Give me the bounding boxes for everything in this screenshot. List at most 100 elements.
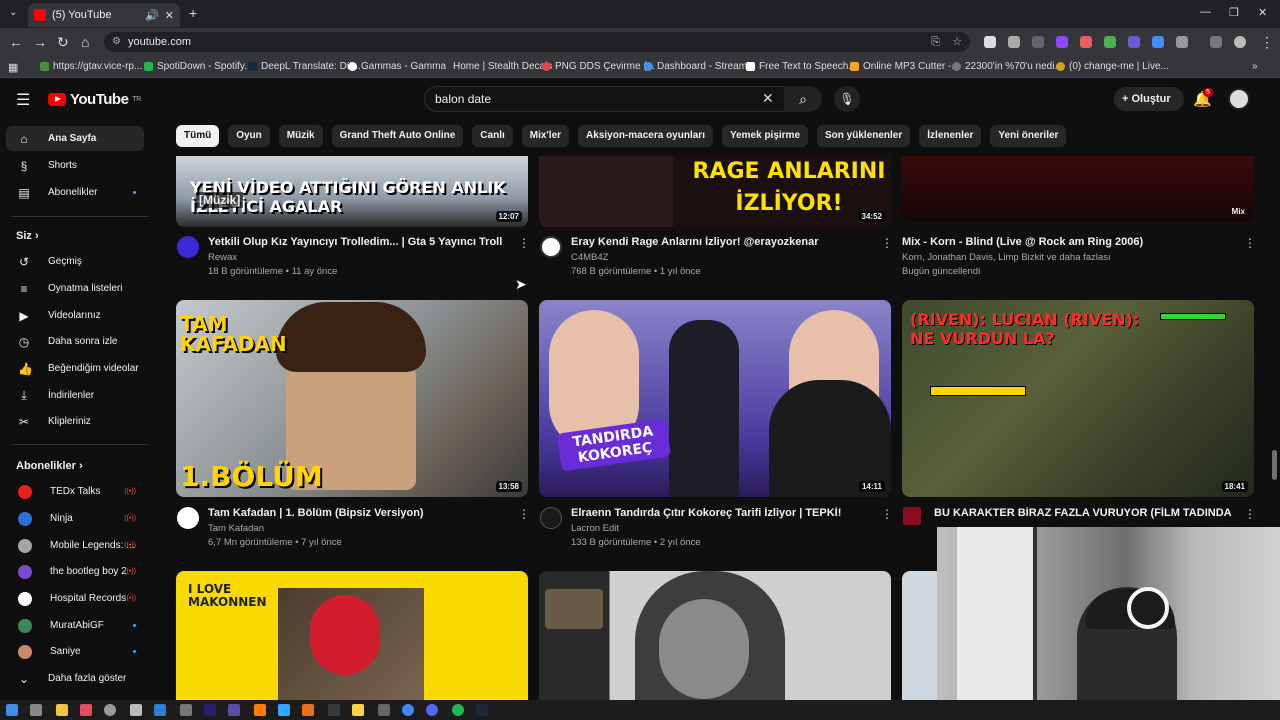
sidebar-item-home[interactable]: ⌂ Ana Sayfa <box>6 126 144 151</box>
sidebar-sub-saniye[interactable]: Saniye <box>6 639 144 664</box>
sidebar-sub-mlbb[interactable]: Mobile Legends: ... ((•)) <box>6 533 144 558</box>
sidebar-you-heading[interactable]: Siz › <box>16 230 39 242</box>
sidebar-item-downloads[interactable]: ⤓ İndirilenler <box>6 383 144 408</box>
chip[interactable]: İzlenenler <box>919 125 982 147</box>
close-tab-icon[interactable]: ✕ <box>165 9 174 22</box>
install-icon[interactable]: ⎘ <box>931 32 940 52</box>
bookmark-item[interactable]: Gammas - Gamma <box>348 61 446 72</box>
youtube-logo[interactable]: YouTube TR <box>48 91 141 108</box>
reload-icon[interactable]: ↻ <box>57 34 69 51</box>
chip[interactable]: Yemek pişirme <box>721 125 809 147</box>
bookmark-item[interactable]: Home | Stealth Decals <box>453 61 552 72</box>
app-icon[interactable] <box>328 704 340 716</box>
show-more-button[interactable]: ⌄ Daha fazla göster <box>6 666 144 691</box>
chip[interactable]: Aksiyon-macera oyunları <box>578 125 713 147</box>
menu-hamburger-icon[interactable]: ☰ <box>16 90 30 110</box>
search-input[interactable]: balon date <box>424 86 788 112</box>
video-title[interactable]: BU KARAKTER BİRAZ FAZLA VURUYOR (FİLM TA… <box>934 507 1234 519</box>
chip[interactable]: Son yüklenenler <box>817 125 911 147</box>
video-thumbnail[interactable]: YENİ VİDEO ATTIĞINI GÖREN ANLIK İZLEYİCİ… <box>176 156 528 227</box>
url-bar[interactable]: ⚙ youtube.com ⎘ ☆ <box>104 32 970 52</box>
app-icon[interactable] <box>302 704 314 716</box>
channel-name[interactable]: Rewax <box>208 252 237 263</box>
sidebar-sub-hospital[interactable]: Hospital Records ((•)) <box>6 586 144 611</box>
windows-start-icon[interactable] <box>6 704 18 716</box>
file-explorer-icon[interactable] <box>56 704 68 716</box>
spotify-icon[interactable] <box>452 704 464 716</box>
video-thumbnail[interactable] <box>539 571 891 700</box>
video-thumbnail[interactable]: RAGE ANLARINI İZLİYOR! 34:52 <box>539 156 891 227</box>
extension-f-icon[interactable] <box>1032 36 1044 48</box>
video-title[interactable]: Elraenn Tandırda Çıtır Kokoreç Tarifi İz… <box>571 507 871 519</box>
extension-globe-icon[interactable] <box>1152 36 1164 48</box>
sidebar-sub-ninja[interactable]: Ninja ((•)) <box>6 506 144 531</box>
more-options-icon[interactable]: ⋮ <box>518 236 530 250</box>
more-options-icon[interactable]: ⋮ <box>881 507 893 521</box>
app-icon[interactable] <box>80 704 92 716</box>
app-icon[interactable] <box>352 704 364 716</box>
channel-avatar[interactable] <box>903 507 921 525</box>
video-thumbnail[interactable] <box>902 571 942 700</box>
extension-shield-icon[interactable] <box>1128 36 1140 48</box>
scrollbar-thumb[interactable] <box>1272 450 1277 480</box>
sidebar-sub-tedx[interactable]: TEDx Talks ((•)) <box>6 479 144 504</box>
bookmark-item[interactable]: Dashboard - Stream... <box>644 61 755 72</box>
sidebar-item-playlists[interactable]: ≡ Oynatma listeleri <box>6 276 144 301</box>
video-title[interactable]: Tam Kafadan | 1. Bölüm (Bipsiz Versiyon) <box>208 507 508 519</box>
sidebar-item-liked[interactable]: 👍 Beğendiğim videolar <box>6 356 144 381</box>
bookmark-item[interactable]: https://gtav.vice-rp... <box>40 61 142 72</box>
discord-icon[interactable] <box>426 704 438 716</box>
create-button[interactable]: + Oluştur <box>1114 87 1184 111</box>
search-button[interactable]: ⌕ <box>784 86 822 112</box>
channel-name[interactable]: C4MB4Z <box>571 252 608 263</box>
extension-pen-icon[interactable] <box>984 36 996 48</box>
task-view-icon[interactable] <box>30 704 42 716</box>
voice-search-button[interactable]: 🎙 <box>834 86 860 112</box>
video-title[interactable]: Eray Kendi Rage Anlarını İzliyor! @erayo… <box>571 236 871 248</box>
tab-search-icon[interactable]: ⌄ <box>9 7 17 18</box>
sidebar-item-clips[interactable]: ✂ Klipleriniz <box>6 409 144 434</box>
sidebar-item-shorts[interactable]: § Shorts <box>6 153 144 178</box>
video-thumbnail[interactable]: TANDIRDA KOKOREÇ 14:11 <box>539 300 891 497</box>
bookmark-item[interactable]: Online MP3 Cutter -... <box>850 61 960 72</box>
channel-avatar[interactable] <box>540 236 562 258</box>
video-title[interactable]: Yetkili Olup Kız Yayıncıyı Trolledim... … <box>208 236 508 248</box>
chip[interactable]: Yeni öneriler <box>990 125 1067 147</box>
channel-name[interactable]: Lacron Edit <box>571 523 619 534</box>
video-thumbnail[interactable]: (RIVEN): LUCIAN (RIVEN): NE VURDUN LA? 1… <box>902 300 1254 497</box>
back-icon[interactable]: ← <box>9 34 23 50</box>
speaker-icon[interactable]: 🔊 <box>145 9 159 22</box>
sidebar-subscriptions-heading[interactable]: Abonelikler › <box>16 460 83 472</box>
bookmarks-overflow-icon[interactable]: » <box>1252 61 1258 72</box>
extensions-puzzle-icon[interactable] <box>1176 36 1188 48</box>
chip[interactable]: Mix'ler <box>521 125 570 147</box>
video-title[interactable]: Mix - Korn - Blind (Live @ Rock am Ring … <box>902 236 1232 248</box>
sidebar-item-history[interactable]: ↺ Geçmiş <box>6 249 144 274</box>
clear-search-icon[interactable]: ✕ <box>762 90 774 107</box>
sidebar-item-subscriptions[interactable]: ▤ Abonelikler <box>6 180 144 205</box>
steam-icon[interactable] <box>476 704 488 716</box>
bookmark-item[interactable]: DeepL Translate: Dü... <box>248 61 361 72</box>
app-icon[interactable] <box>130 704 142 716</box>
sidebar-item-your-videos[interactable]: ▶ Videolarınız <box>6 303 144 328</box>
sidebar-item-watch-later[interactable]: ◷ Daha sonra izle <box>6 329 144 354</box>
maximize-icon[interactable]: ❐ <box>1229 6 1239 19</box>
more-options-icon[interactable]: ⋮ <box>1244 236 1256 250</box>
bookmark-star-icon[interactable]: ☆ <box>952 32 962 52</box>
channel-name[interactable]: Korn, Jonathan Davis, Limp Bizkit ve dah… <box>902 252 1232 263</box>
forward-icon[interactable]: → <box>33 34 47 50</box>
bookmark-item[interactable]: 22300'in %70'u nedi... <box>952 61 1063 72</box>
media-control-icon[interactable] <box>1210 36 1222 48</box>
channel-name[interactable]: Tam Kafadan <box>208 523 264 534</box>
chip-all[interactable]: Tümü <box>176 125 220 147</box>
browser-menu-icon[interactable]: ⋮ <box>1260 34 1274 51</box>
channel-avatar[interactable] <box>177 236 199 258</box>
after-effects-icon[interactable] <box>204 704 216 716</box>
bookmark-item[interactable]: (0) change-me | Live... <box>1056 61 1169 72</box>
apps-grid-icon[interactable]: ▦ <box>8 61 18 74</box>
illustrator-icon[interactable] <box>254 704 266 716</box>
more-options-icon[interactable]: ⋮ <box>1244 507 1256 521</box>
bookmark-item[interactable]: SpotiDown - Spotify... <box>144 61 252 72</box>
chip[interactable]: Canlı <box>472 125 513 147</box>
photoshop-icon[interactable] <box>278 704 290 716</box>
